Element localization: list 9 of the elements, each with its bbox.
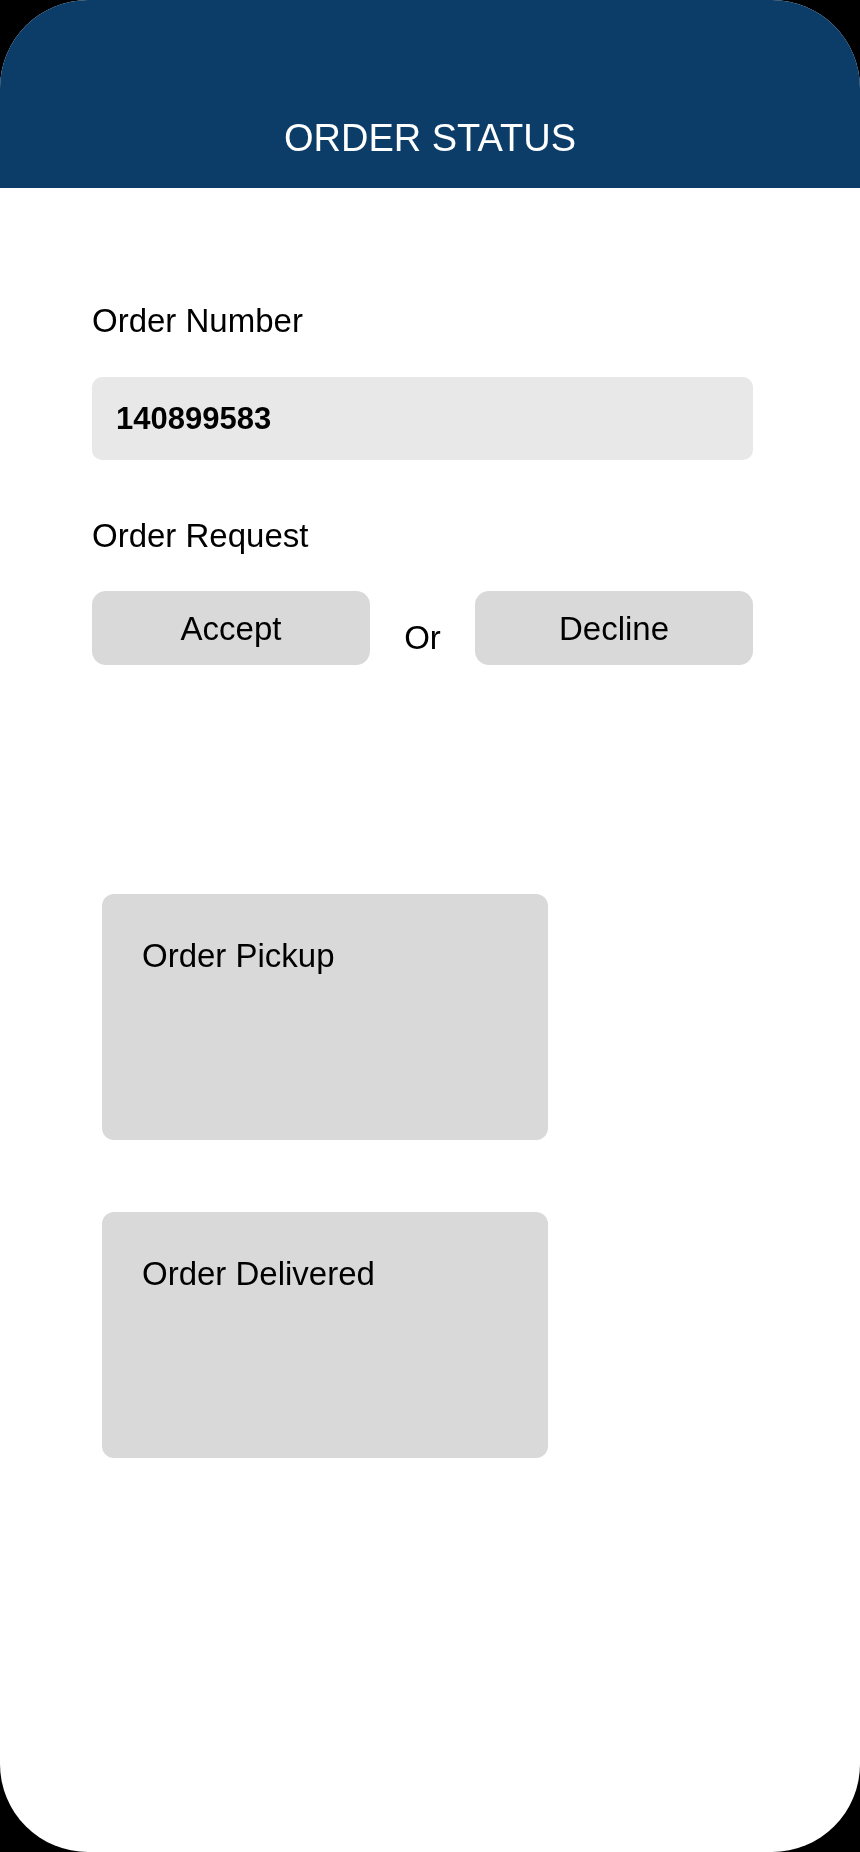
field-label: Order Number [92,304,303,337]
request-button[interactable]: Decline [475,591,753,665]
card-title: Order Delivered [142,1257,375,1290]
page-title: ORDER STATUS [283,119,577,157]
field-label: Order Request [92,519,309,552]
request-button[interactable]: Accept [92,591,370,665]
order-number-field[interactable]: 140899583 [92,377,753,460]
separator-text: Or [404,621,441,654]
card-title: Order Pickup [142,939,335,972]
